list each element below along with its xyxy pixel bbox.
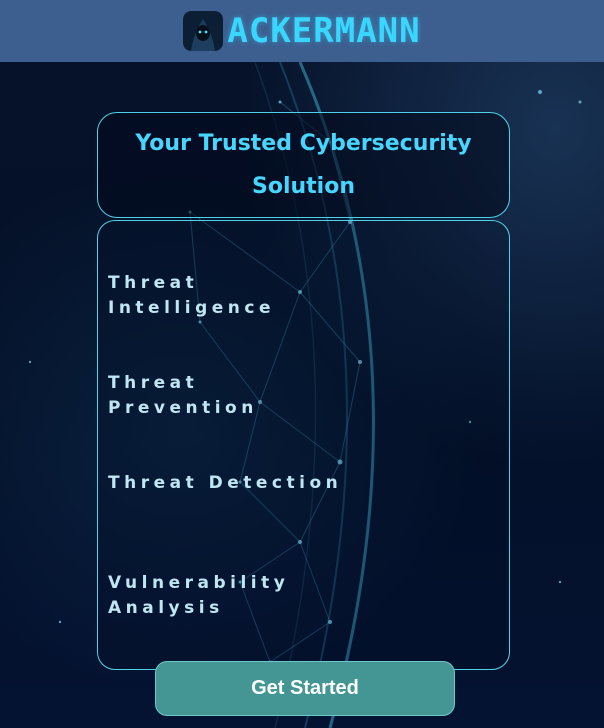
hero-card: Your Trusted Cybersecurity Solution <box>97 112 510 218</box>
services-card: Threat Intelligence Threat Prevention Th… <box>97 220 510 670</box>
page: ACKERMANN Your Trusted Cybersecurity Sol… <box>0 0 604 728</box>
hero-title: Your Trusted Cybersecurity Solution <box>135 131 472 199</box>
top-header: ACKERMANN <box>0 0 604 62</box>
service-threat-prevention: Threat Prevention <box>108 373 258 418</box>
brand-name[interactable]: ACKERMANN <box>227 11 420 51</box>
get-started-button[interactable]: Get Started <box>155 661 455 716</box>
hooded-hacker-icon[interactable] <box>183 11 224 51</box>
service-threat-intelligence: Threat Intelligence <box>108 273 275 318</box>
service-threat-detection: Threat Detection <box>108 473 343 493</box>
service-vulnerability-analysis: Vulnerability Analysis <box>108 573 290 618</box>
